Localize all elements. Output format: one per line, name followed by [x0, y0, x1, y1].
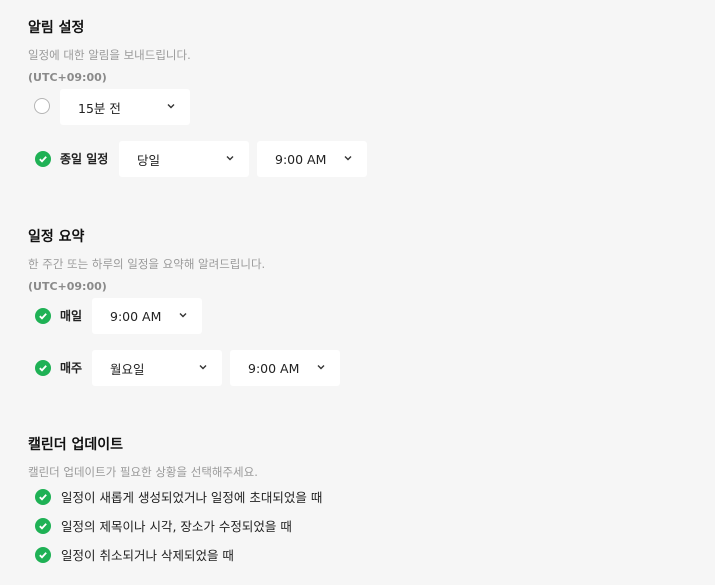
weekly-row: 매주 [35, 359, 82, 376]
chevron-down-icon [167, 104, 175, 109]
select-value: 9:00 AM [248, 360, 300, 376]
chevron-down-icon [179, 313, 187, 318]
notification-timezone: (UTC+09:00) [28, 71, 107, 84]
select-value: 당일 [137, 152, 161, 168]
daily-label: 매일 [60, 309, 83, 323]
allday-row: 종일 일정 [35, 150, 108, 167]
summary-timezone: (UTC+09:00) [28, 280, 107, 293]
allday-day-select[interactable]: 당일 [119, 141, 249, 177]
update-description: 캘린더 업데이트가 필요한 상황을 선택해주세요. [28, 465, 258, 479]
timed-event-radio[interactable] [34, 98, 50, 114]
allday-time-select[interactable]: 9:00 AM [257, 141, 367, 177]
daily-time-select[interactable]: 9:00 AM [92, 298, 202, 334]
notification-section: 알림 설정 일정에 대한 알림을 보내드립니다. (UTC+09:00) [28, 17, 191, 84]
chevron-down-icon [199, 365, 207, 370]
select-value: 월요일 [110, 361, 145, 377]
daily-row: 매일 [35, 307, 82, 324]
notification-description: 일정에 대한 알림을 보내드립니다. [28, 48, 191, 62]
check-circle-icon[interactable] [35, 150, 51, 167]
summary-section: 일정 요약 한 주간 또는 하루의 일정을 요약해 알려드립니다. (UTC+0… [28, 226, 265, 293]
chevron-down-icon [226, 156, 234, 161]
select-value: 9:00 AM [110, 308, 162, 324]
update-section: 캘린더 업데이트 캘린더 업데이트가 필요한 상황을 선택해주세요. [28, 434, 258, 480]
select-value: 15분 전 [78, 100, 121, 116]
weekly-day-select[interactable]: 월요일 [92, 350, 222, 386]
timed-event-row [34, 98, 50, 114]
allday-label: 종일 일정 [60, 152, 109, 166]
select-value: 9:00 AM [275, 151, 327, 167]
notification-title: 알림 설정 [28, 20, 85, 36]
update-option-modified[interactable]: 일정의 제목이나 시각, 장소가 수정되었을 때 [35, 516, 292, 535]
chevron-down-icon [317, 365, 325, 370]
check-circle-icon[interactable] [35, 488, 51, 505]
chevron-down-icon [344, 156, 352, 161]
check-circle-icon[interactable] [35, 546, 51, 563]
check-circle-icon[interactable] [35, 359, 51, 376]
timed-event-reminder-select[interactable]: 15분 전 [60, 89, 190, 125]
weekly-time-select[interactable]: 9:00 AM [230, 350, 340, 386]
check-circle-icon[interactable] [35, 307, 51, 324]
update-option-cancelled[interactable]: 일정이 취소되거나 삭제되었을 때 [35, 545, 234, 564]
summary-description: 한 주간 또는 하루의 일정을 요약해 알려드립니다. [28, 257, 266, 271]
update-title: 캘린더 업데이트 [28, 437, 124, 453]
weekly-label: 매주 [60, 361, 83, 375]
update-option-created[interactable]: 일정이 새롭게 생성되었거나 일정에 초대되었을 때 [35, 487, 322, 506]
summary-title: 일정 요약 [28, 229, 85, 245]
check-circle-icon[interactable] [35, 517, 51, 534]
update-option-label: 일정이 취소되거나 삭제되었을 때 [61, 548, 234, 563]
update-option-label: 일정이 새롭게 생성되었거나 일정에 초대되었을 때 [61, 490, 323, 505]
update-option-label: 일정의 제목이나 시각, 장소가 수정되었을 때 [61, 519, 292, 534]
